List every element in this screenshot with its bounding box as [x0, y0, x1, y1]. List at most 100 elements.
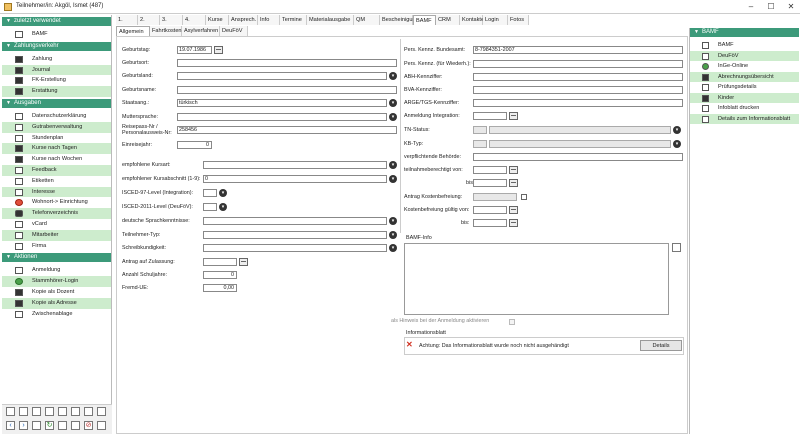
anmeldung-field[interactable]	[473, 112, 507, 120]
geburtsort-field[interactable]	[177, 59, 397, 67]
duplicate-icon[interactable]	[84, 407, 93, 416]
geburtsland-select[interactable]	[177, 72, 387, 80]
sidebar-item-mitarbeiter[interactable]: Mitarbeiter	[2, 229, 111, 241]
isced97-select[interactable]	[203, 189, 217, 197]
tab-qm[interactable]: QM	[354, 15, 380, 25]
right-item-details-zum-informationsblatt[interactable]: Details zum Informationsblatt	[690, 113, 799, 124]
chevron-down-icon[interactable]: ▾	[389, 72, 397, 80]
subtab-fahrtkosten[interactable]: Fahrtkosten	[150, 26, 182, 36]
chevron-down-icon[interactable]: ▾	[219, 189, 227, 197]
tnstatus-select[interactable]	[489, 126, 671, 134]
right-item-abrechnungsübersicht[interactable]: Abrechnungsübersicht	[690, 71, 799, 82]
tab-materialausgabe[interactable]: Materialausgabe	[307, 15, 354, 25]
sprachkenntnisse-select[interactable]	[203, 217, 387, 225]
details-button[interactable]: Details	[640, 340, 682, 351]
refresh-icon[interactable]: ↻	[45, 421, 54, 430]
tab-3[interactable]: 3.	[160, 15, 183, 25]
sidebar-item-firma[interactable]: Firma	[2, 241, 111, 252]
tab-fotos[interactable]: Fotos	[508, 15, 529, 25]
section-header-zahlungsverkehr[interactable]: ▼ Zahlungsverkehr	[2, 41, 111, 51]
sidebar-item-etiketten[interactable]: Etiketten	[2, 176, 111, 187]
pdf-icon[interactable]	[45, 407, 54, 416]
geburtstag-field[interactable]: 19.07.1986	[177, 46, 212, 54]
subtab-deuföv[interactable]: DeuFöV	[220, 26, 248, 36]
sidebar-item-erstattung[interactable]: Erstattung	[2, 86, 111, 97]
right-item-inge-online[interactable]: InGe-Online	[690, 61, 799, 72]
kostenbefreiung-checkbox[interactable]	[521, 194, 527, 200]
tab-bamf[interactable]: BAMF	[413, 15, 436, 25]
chevron-down-icon[interactable]: ▾	[389, 217, 397, 225]
tab-info[interactable]: Info	[258, 15, 280, 25]
calendar-icon[interactable]	[509, 219, 518, 227]
teilnehmertyp-select[interactable]	[203, 231, 387, 239]
calendar-icon[interactable]	[509, 166, 518, 174]
abh-field[interactable]	[473, 73, 683, 81]
minimize-icon[interactable]: –	[744, 1, 758, 13]
close-icon[interactable]: ✕	[784, 1, 798, 13]
tab-kurse[interactable]: Kurse	[206, 15, 229, 25]
chevron-down-icon[interactable]: ▾	[673, 126, 681, 134]
calendar-icon[interactable]	[509, 206, 518, 214]
right-item-prüfungsdetails[interactable]: Prüfungsdetails	[690, 82, 799, 93]
schreibkundigkeit-select[interactable]	[203, 244, 387, 252]
berechtigt-von-field[interactable]	[473, 166, 507, 174]
subtab-allgemein[interactable]: Allgemein	[116, 26, 150, 36]
muttersprache-select[interactable]	[177, 113, 387, 121]
sidebar-item-datenschutzerklärung[interactable]: Datenschutzerklärung	[2, 111, 111, 122]
save-icon[interactable]	[97, 421, 106, 430]
search-icon[interactable]	[32, 421, 41, 430]
tab-2[interactable]: 2.	[138, 15, 160, 25]
subtab-asylverfahren[interactable]: Asylverfahren	[182, 26, 220, 36]
maximize-icon[interactable]: ☐	[764, 1, 778, 13]
mail-icon[interactable]	[58, 407, 67, 416]
sidebar-item-wohnort-einrichtung[interactable]: Wohnort-> Einrichtung	[2, 197, 111, 208]
tab-bescheinigungen[interactable]: Bescheinigungen	[380, 15, 425, 25]
calendar-icon[interactable]	[509, 179, 518, 187]
reisepass-field[interactable]: 258456	[177, 126, 397, 134]
sidebar-item-vcard[interactable]: vCard	[2, 219, 111, 230]
tab-termine[interactable]: Termine	[280, 15, 307, 25]
geburtsname-field[interactable]	[177, 86, 397, 94]
right-item-bamf[interactable]: BAMF	[690, 40, 799, 51]
tab-crm[interactable]: CRM	[436, 15, 460, 25]
sidebar-item-anmeldung[interactable]: Anmeldung	[2, 265, 111, 276]
right-section-header[interactable]: ▼ BAMF	[690, 28, 799, 37]
sidebar-item-stammhörer-login[interactable]: Stammhörer-Login	[2, 276, 111, 287]
sidebar-item-kurse-nach-wochen[interactable]: Kurse nach Wochen	[2, 154, 111, 165]
sidebar-item-bamf[interactable]: BAMF	[2, 29, 111, 40]
right-item-deuföv[interactable]: DeuFöV	[690, 50, 799, 61]
sidebar-item-fk-erstellung[interactable]: FK-Erstellung	[2, 75, 111, 86]
chevron-down-icon[interactable]: ▾	[673, 140, 681, 148]
cancel-icon[interactable]: ⊘	[84, 421, 93, 430]
right-item-infoblatt-drucken[interactable]: Infoblatt drucken	[690, 103, 799, 114]
chevron-down-icon[interactable]: ▾	[389, 99, 397, 107]
calendar-icon[interactable]	[239, 258, 248, 266]
bamf-info-textarea[interactable]	[404, 243, 669, 315]
sidebar-item-zwischenablage[interactable]: Zwischenablage	[2, 309, 111, 320]
document-icon[interactable]	[6, 407, 15, 416]
grid-icon[interactable]	[97, 407, 106, 416]
section-header-aktionen[interactable]: ▼ Aktionen	[2, 253, 111, 263]
tab-kontakte[interactable]: Kontakte	[460, 15, 484, 25]
chevron-down-icon[interactable]: ▾	[389, 113, 397, 121]
calendar-icon[interactable]	[509, 112, 518, 120]
sidebar-item-interesse[interactable]: Interesse	[2, 186, 111, 198]
export-icon[interactable]	[32, 407, 41, 416]
chevron-down-icon[interactable]: ▾	[219, 203, 227, 211]
sidebar-item-kopie-als-dozent[interactable]: Kopie als Dozent	[2, 287, 111, 298]
section-header-zuletzt-verwendet[interactable]: ▼ zuletzt verwendet	[2, 17, 111, 26]
section-header-ausgaben[interactable]: ▼ Ausgaben	[2, 98, 111, 108]
chevron-down-icon[interactable]: ▾	[389, 175, 397, 183]
kursabschnitt-select[interactable]: 0	[203, 175, 387, 183]
berechtigt-bis-field[interactable]	[473, 179, 507, 187]
tab-1[interactable]: 1.	[116, 15, 138, 25]
calendar-icon[interactable]	[214, 46, 223, 54]
behoerde-field[interactable]	[473, 153, 683, 161]
sidebar-item-feedback[interactable]: Feedback	[2, 164, 111, 176]
schuljahre-field[interactable]: 0	[203, 271, 237, 279]
tab-login[interactable]: Login	[483, 15, 508, 25]
sidebar-item-gutrabenverwaltung[interactable]: Gutrabenverwaltung	[2, 121, 111, 133]
chevron-down-icon[interactable]: ▾	[389, 244, 397, 252]
print-icon[interactable]	[71, 407, 80, 416]
sidebar-item-telefonverzeichnis[interactable]: Telefonverzeichnis	[2, 208, 111, 219]
